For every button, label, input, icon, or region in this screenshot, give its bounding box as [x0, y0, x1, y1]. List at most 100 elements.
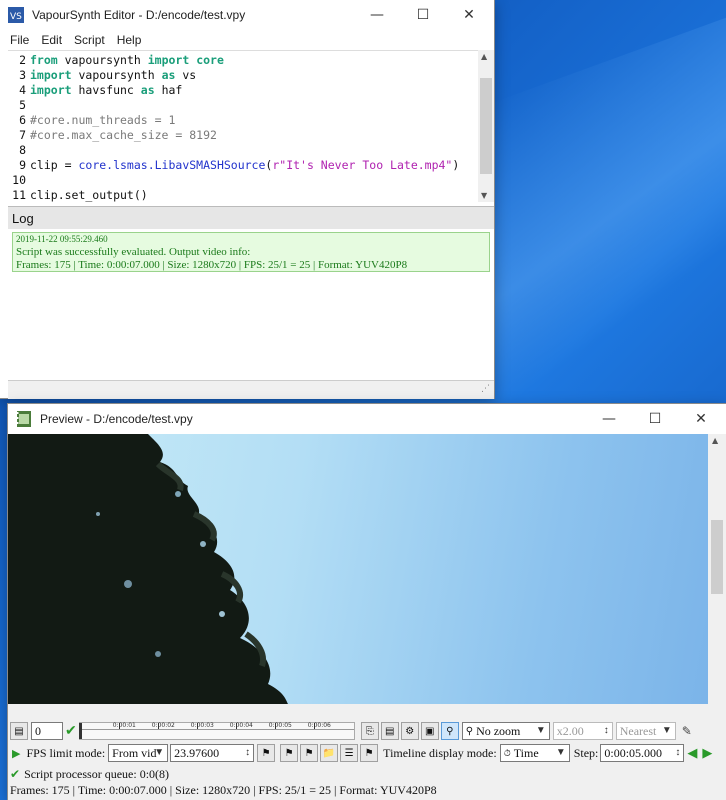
code-token: vapoursynth [71, 68, 162, 82]
close-icon[interactable]: ✕ [678, 404, 724, 434]
scroll-down-icon[interactable]: ▼ [481, 191, 487, 200]
code-token: havsfunc [71, 83, 141, 97]
remove-bookmark-icon[interactable]: ⚑ [300, 744, 319, 762]
line-number: 7 [19, 128, 26, 142]
crop-icon[interactable]: ▣ [420, 722, 439, 740]
step-forward-icon[interactable]: ▶ [702, 745, 712, 761]
timeline-label: 0:00:04 [229, 722, 253, 729]
code-token: ) [452, 158, 460, 172]
log-panel-header: Log [8, 206, 494, 230]
preview-title: Preview - D:/encode/test.vpy [40, 412, 193, 426]
timeline-label: 0:00:06 [307, 722, 331, 729]
scale-mode-value: Nearest [619, 723, 657, 738]
bookmark-prev-icon[interactable]: ⚑ [360, 744, 379, 762]
code-token: import [30, 68, 72, 82]
code-line[interactable]: 6 #core.num_threads = 1 [8, 113, 175, 128]
step-back-icon[interactable]: ◀ [687, 745, 697, 761]
editor-titlebar[interactable]: VS VapourSynth Editor - D:/encode/test.v… [0, 0, 494, 30]
preview-video-info-bar: Frames: 175 | Time: 0:00:07.000 | Size: … [8, 782, 726, 798]
line-number: 11 [12, 188, 26, 202]
video-scrollbar[interactable]: ▲ [708, 434, 726, 704]
resize-grip-icon[interactable]: ⋰ [481, 384, 490, 394]
scale-mode-select[interactable]: Nearest ▼ [615, 722, 676, 740]
maximize-icon[interactable]: ☐ [632, 404, 678, 434]
fps-value-spinbox[interactable]: 23.97600 ↕ [170, 744, 255, 762]
zoom-ratio-spinbox[interactable]: x2.00 ↕ [552, 722, 613, 740]
code-line[interactable]: 9 clip = core.lsmas.LibavSMASHSource(r"It… [8, 158, 459, 173]
code-editor[interactable]: 2 from vapoursynth import core 3 import vap… [8, 50, 478, 203]
minimize-icon[interactable]: — [586, 404, 632, 434]
minimize-icon[interactable]: — [354, 0, 400, 30]
step-spinbox[interactable]: 0:00:05.000 ↕ [600, 744, 685, 762]
code-line[interactable]: 4 import havsfunc as haf [8, 83, 182, 98]
line-number: 5 [19, 98, 26, 112]
vapoursynth-app-icon: VS [8, 7, 24, 23]
zoom-mode-value: No zoom [476, 723, 521, 738]
fps-limit-label: FPS limit mode: [26, 745, 106, 760]
log-entry: 2019-11-22 09:55:29.460 Script was succe… [12, 232, 490, 272]
chevron-down-icon: ▼ [154, 747, 165, 758]
scroll-up-icon[interactable]: ▲ [481, 52, 487, 61]
code-token: core [189, 53, 224, 67]
fps-mode-select[interactable]: From vid ▼ [108, 744, 169, 762]
checkmark-icon[interactable]: ✔ [65, 723, 77, 740]
preview-titlebar[interactable]: Preview - D:/encode/test.vpy — ☐ ✕ [8, 404, 726, 434]
timeline-slider[interactable]: 0:00:01 0:00:02 0:00:03 0:00:04 0:00:05 … [78, 722, 355, 740]
timeline-label: 0:00:05 [268, 722, 292, 729]
line-number: 8 [19, 143, 26, 157]
menu-edit[interactable]: Edit [35, 33, 68, 47]
menu-file[interactable]: File [4, 33, 35, 47]
zoom-icon[interactable]: ⚲ [440, 722, 459, 740]
add-bookmark-icon[interactable]: ⚑ [257, 744, 276, 762]
timeline-cursor[interactable] [78, 723, 82, 739]
open-bookmarks-icon[interactable]: 📁 [320, 744, 339, 762]
code-token: clip.set_output() [30, 188, 148, 202]
timeline-mode-value: Time [513, 745, 539, 760]
code-token: core.lsmas.LibavSMASHSource [78, 158, 266, 172]
clock-icon: ⏱ [503, 747, 511, 758]
code-token: clip = [30, 158, 79, 172]
preview-status: ✔ Script processor queue: 0:0(8) [8, 766, 726, 782]
timeline-mode-select[interactable]: ⏱ Time ▼ [499, 744, 570, 762]
code-line[interactable]: 10 [8, 173, 30, 188]
code-line[interactable]: 7 #core.max_cache_size = 8192 [8, 128, 217, 143]
code-line[interactable]: 5 [8, 98, 30, 113]
maximize-icon[interactable]: ☐ [400, 0, 446, 30]
scroll-up-icon[interactable]: ▲ [712, 436, 718, 445]
video-frame[interactable] [8, 434, 708, 704]
code-line[interactable]: 2 from vapoursynth import core [8, 53, 224, 68]
zoom-mode-select[interactable]: ⚲ No zoom ▼ [461, 722, 550, 740]
code-line[interactable]: 8 [8, 143, 30, 158]
timeline-mode-label: Timeline display mode: [383, 745, 497, 760]
code-token: as [161, 68, 176, 82]
spin-arrows-icon: ↕ [603, 725, 609, 736]
menu-script[interactable]: Script [68, 33, 111, 47]
log-video-info: Frames: 175 | Time: 0:00:07.000 | Size: … [16, 259, 408, 271]
desktop-light-beam [480, 12, 726, 468]
play-icon[interactable]: ▶ [12, 747, 20, 760]
frame-number-icon[interactable]: ▤ [10, 722, 28, 740]
editor-statusbar: ⋰ [8, 380, 494, 399]
timeline-label: 0:00:01 [112, 722, 136, 729]
code-scrollbar-thumb[interactable] [480, 78, 492, 174]
timeline-label: 0:00:02 [151, 722, 175, 729]
code-token: r"It's Never Too Late.mp4" [272, 158, 453, 172]
line-number: 9 [19, 158, 26, 172]
code-line[interactable]: 3 import vapoursynth as vs [8, 68, 196, 83]
code-scrollbar[interactable]: ▲ ▼ [478, 50, 494, 202]
bookmark-next-icon[interactable]: ⚑ [280, 744, 299, 762]
copy-frame-icon[interactable]: ⎘ [360, 722, 379, 740]
save-snapshot-icon[interactable]: ▤ [380, 722, 399, 740]
code-token: haf [154, 83, 183, 97]
line-number: 10 [12, 173, 26, 187]
close-icon[interactable]: ✕ [446, 0, 492, 30]
settings-icon[interactable]: ⚙ [400, 722, 419, 740]
bookmark-list-icon[interactable]: ☰ [340, 744, 359, 762]
pencil-icon[interactable]: ✎ [682, 724, 692, 739]
menu-help[interactable]: Help [111, 33, 148, 47]
code-token: #core.max_cache_size = 8192 [30, 128, 217, 142]
log-timestamp: 2019-11-22 09:55:29.460 [16, 234, 108, 244]
frame-number-input[interactable]: 0 [31, 722, 63, 740]
video-scrollbar-thumb[interactable] [711, 520, 723, 594]
code-line[interactable]: 11 clip.set_output() [8, 188, 148, 203]
